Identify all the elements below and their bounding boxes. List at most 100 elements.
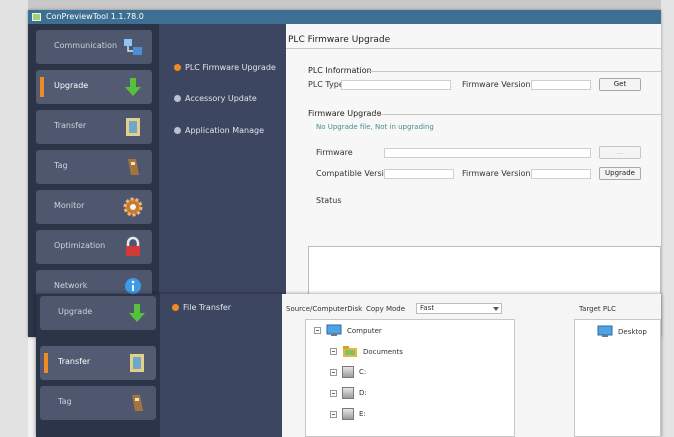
firmware-label: Firmware bbox=[316, 148, 353, 157]
section-divider bbox=[374, 114, 661, 115]
subnav-label: Application Manage bbox=[185, 126, 265, 135]
tree-label: Desktop bbox=[618, 327, 647, 336]
background-bar bbox=[0, 0, 674, 10]
nav-upgrade[interactable]: Upgrade bbox=[36, 70, 152, 104]
download-arrow-icon bbox=[125, 78, 141, 96]
plc-info-title: PLC Information bbox=[308, 66, 372, 75]
app-icon bbox=[32, 13, 41, 21]
firmware-version-field-2 bbox=[531, 169, 591, 179]
network-icon bbox=[124, 39, 142, 55]
status-label: Status bbox=[316, 196, 342, 205]
window-titlebar[interactable]: ConPreviewTool 1.1.78.0 bbox=[28, 10, 661, 24]
transfer-panel: Source/ComputerDisk Copy Mode Fast Targe… bbox=[282, 294, 661, 437]
tree-node-documents[interactable]: Documents bbox=[330, 345, 403, 358]
nav-label: Upgrade bbox=[58, 307, 93, 316]
active-indicator bbox=[44, 353, 48, 373]
tree-label: Documents bbox=[363, 347, 403, 356]
drive-icon bbox=[342, 366, 354, 378]
nav-label: Tag bbox=[54, 161, 68, 170]
subnav-label: PLC Firmware Upgrade bbox=[185, 63, 276, 72]
tree-label: E: bbox=[359, 410, 366, 418]
copy-mode-select[interactable]: Fast bbox=[416, 303, 502, 314]
tree-node-desktop[interactable]: Desktop bbox=[597, 325, 647, 338]
drive-icon bbox=[342, 387, 354, 399]
nav-transfer[interactable]: Transfer bbox=[40, 346, 156, 380]
subnav bbox=[160, 294, 282, 437]
nav-monitor[interactable]: Monitor bbox=[36, 190, 152, 224]
nav-tag[interactable]: Tag bbox=[40, 386, 156, 420]
nav-tag[interactable]: Tag bbox=[36, 150, 152, 184]
nav-label: Tag bbox=[58, 397, 72, 406]
subnav-plc-firmware-upgrade[interactable]: PLC Firmware Upgrade bbox=[174, 63, 276, 72]
section-divider bbox=[368, 71, 661, 72]
main-window: ConPreviewTool 1.1.78.0 Communication Up… bbox=[28, 10, 661, 337]
nav-label: Monitor bbox=[54, 201, 85, 210]
firmware-version-label-2: Firmware Version bbox=[462, 169, 531, 178]
firmware-path-field[interactable] bbox=[384, 148, 591, 158]
bullet-icon bbox=[174, 127, 181, 134]
folder-icon bbox=[343, 346, 357, 357]
expand-icon[interactable] bbox=[330, 389, 337, 397]
tree-node-drive-e[interactable]: E: bbox=[330, 408, 366, 420]
expand-icon[interactable] bbox=[330, 348, 337, 355]
tree-node-computer[interactable]: Computer bbox=[314, 324, 382, 337]
firmware-version-field bbox=[531, 80, 591, 90]
nav-label: Network bbox=[54, 281, 88, 290]
nav-label: Communication bbox=[54, 41, 118, 50]
nav-label: Upgrade bbox=[54, 81, 89, 90]
nav-communication[interactable]: Communication bbox=[36, 30, 152, 64]
expand-icon[interactable] bbox=[330, 368, 337, 376]
browse-button[interactable]: ... bbox=[599, 146, 641, 159]
subnav-file-transfer[interactable]: File Transfer bbox=[172, 303, 231, 312]
expand-icon[interactable] bbox=[314, 327, 321, 334]
subnav-label: Accessory Update bbox=[185, 94, 257, 103]
expand-icon[interactable] bbox=[330, 410, 337, 418]
subnav-label: File Transfer bbox=[183, 303, 232, 312]
compatible-version-label: Compatible Version bbox=[316, 169, 394, 178]
page-title: PLC Firmware Upgrade bbox=[288, 35, 391, 45]
subnav-accessory-update[interactable]: Accessory Update bbox=[174, 94, 257, 103]
subnav-application-manage[interactable]: Application Manage bbox=[174, 126, 264, 135]
window-title: ConPreviewTool 1.1.78.0 bbox=[46, 12, 144, 21]
background-left bbox=[0, 0, 28, 437]
background-right bbox=[661, 0, 674, 437]
lock-icon bbox=[126, 236, 140, 256]
plc-type-label: PLC Type bbox=[308, 80, 344, 89]
computer-icon bbox=[597, 325, 613, 337]
title-divider bbox=[286, 48, 661, 49]
upgrade-button[interactable]: Upgrade bbox=[599, 167, 641, 180]
source-label: Source/ComputerDisk bbox=[286, 305, 363, 313]
nav-upgrade[interactable]: Upgrade bbox=[40, 296, 156, 330]
drive-icon bbox=[342, 408, 354, 420]
chevron-down-icon bbox=[493, 307, 499, 311]
tree-node-drive-c[interactable]: C: bbox=[330, 366, 366, 378]
nav-transfer[interactable]: Transfer bbox=[36, 110, 152, 144]
document-icon bbox=[126, 118, 140, 136]
nav-label: Transfer bbox=[54, 121, 87, 130]
tree-label: C: bbox=[359, 368, 367, 376]
active-indicator bbox=[40, 77, 44, 97]
target-label: Target PLC bbox=[579, 305, 616, 313]
nav-optimization[interactable]: Optimization bbox=[36, 230, 152, 264]
document-icon bbox=[130, 354, 144, 372]
computer-icon bbox=[326, 324, 342, 336]
get-button[interactable]: Get bbox=[599, 78, 641, 91]
bullet-icon bbox=[172, 304, 179, 311]
copy-mode-value: Fast bbox=[420, 304, 435, 312]
bullet-icon bbox=[174, 64, 181, 71]
target-tree[interactable]: Desktop bbox=[574, 319, 661, 437]
tag-icon bbox=[132, 395, 143, 411]
compatible-version-field bbox=[384, 169, 454, 179]
bullet-icon bbox=[174, 95, 181, 102]
gear-icon bbox=[123, 197, 143, 217]
tree-node-drive-d[interactable]: D: bbox=[330, 387, 367, 399]
content-panel: PLC Firmware Upgrade PLC Information PLC… bbox=[286, 24, 661, 337]
nav-label: Transfer bbox=[58, 357, 91, 366]
copy-mode-label: Copy Mode bbox=[366, 305, 406, 313]
upgrade-title: Firmware Upgrade bbox=[308, 109, 382, 118]
source-tree[interactable]: Computer Documents C: D: E: bbox=[305, 319, 515, 437]
tree-label: Computer bbox=[347, 326, 382, 335]
upgrade-hint: No Upgrade file, Not in upgrading bbox=[316, 123, 434, 131]
firmware-version-label: Firmware Version bbox=[462, 80, 531, 89]
tree-label: D: bbox=[359, 389, 367, 397]
